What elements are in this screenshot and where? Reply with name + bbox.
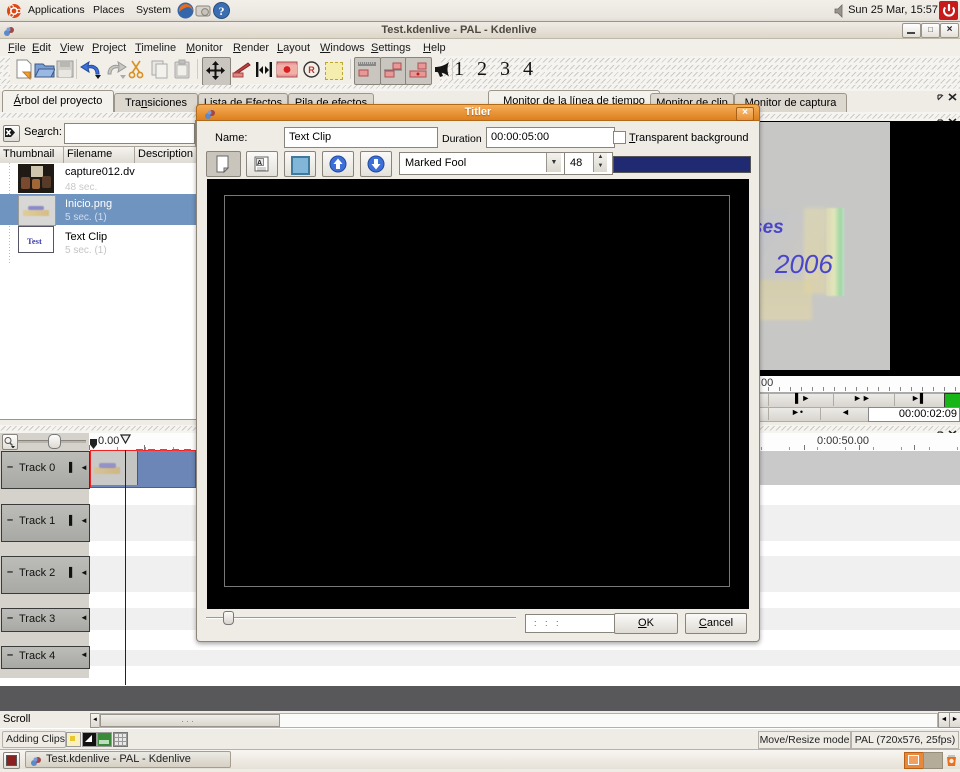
- svg-text:R: R: [308, 65, 315, 75]
- svg-text:?: ?: [219, 4, 225, 18]
- svg-text:A: A: [257, 160, 262, 167]
